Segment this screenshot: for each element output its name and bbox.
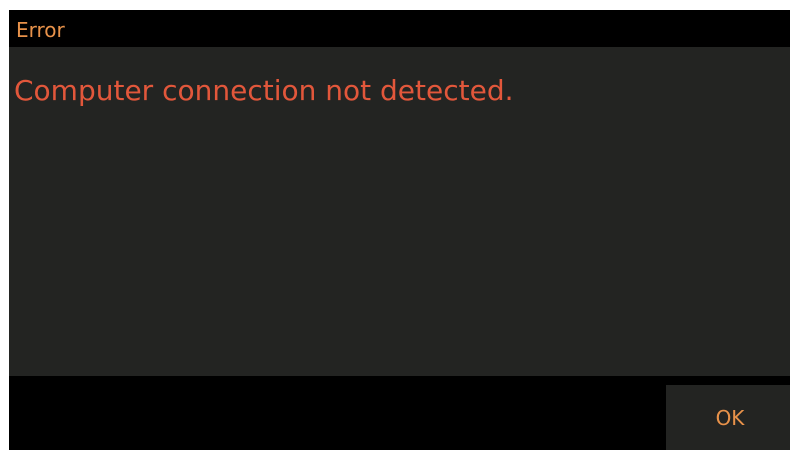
dialog-footer: OK [9, 376, 790, 450]
dialog-title: Error [16, 18, 65, 42]
ok-button-label: OK [715, 406, 745, 430]
ok-button[interactable]: OK [666, 385, 790, 450]
error-message: Computer connection not detected. [14, 74, 514, 107]
dialog-title-bar: Error [9, 10, 790, 46]
error-dialog: Error Computer connection not detected. … [9, 10, 790, 450]
message-panel: Computer connection not detected. [9, 47, 790, 376]
